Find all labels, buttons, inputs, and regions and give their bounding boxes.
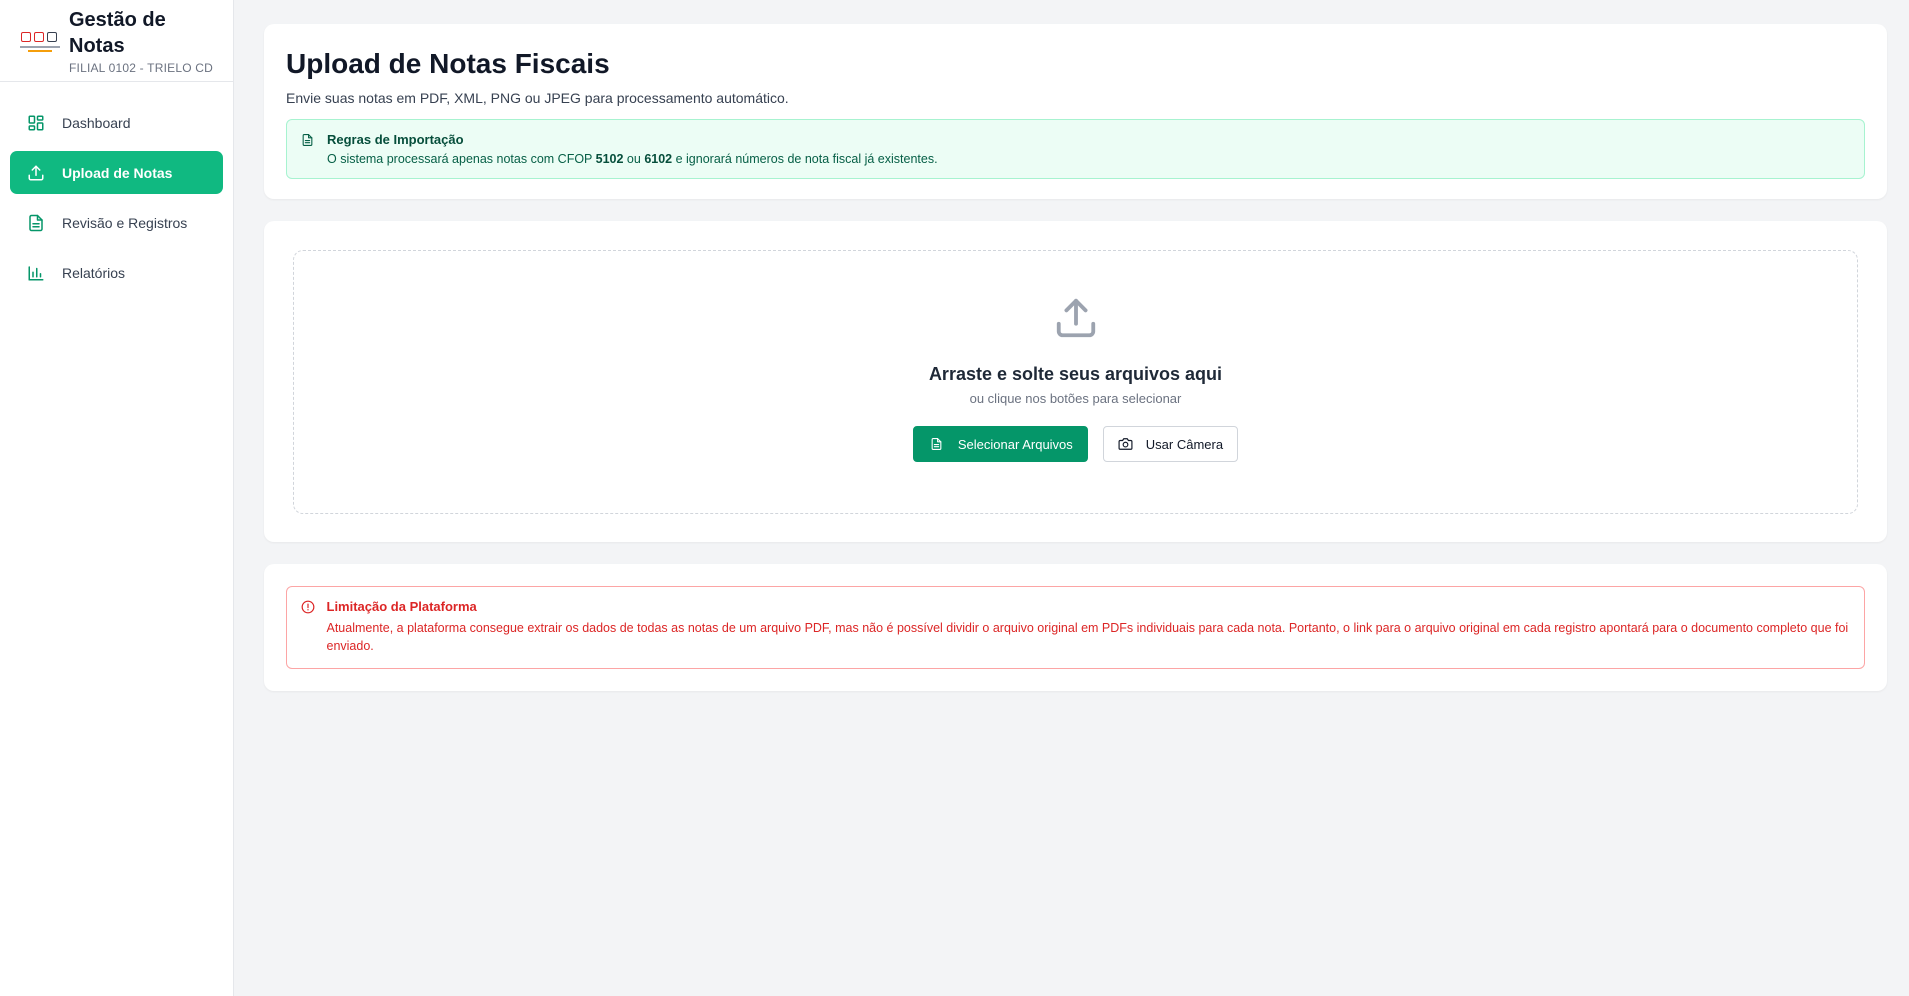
document-icon [930, 437, 946, 451]
company-logo [20, 29, 60, 53]
main-content: Upload de Notas Fiscais Envie suas notas… [234, 0, 1909, 996]
bar-chart-icon [26, 263, 46, 283]
dropzone-title: Arraste e solte seus arquivos aqui [928, 364, 1223, 384]
use-camera-button[interactable]: Usar Câmera [1102, 426, 1239, 462]
limitation-card: Limitação da Plataforma Atualmente, a pl… [264, 564, 1887, 691]
use-camera-label: Usar Câmera [1145, 436, 1224, 452]
sidebar-item-dashboard[interactable]: Dashboard [10, 101, 223, 144]
import-rules-box: Regras de Importação O sistema processar… [286, 119, 1865, 179]
sidebar-item-label: Revisão e Registros [62, 214, 188, 231]
sidebar-item-upload[interactable]: Upload de Notas [10, 151, 223, 194]
select-files-label: Selecionar Arquivos [957, 436, 1073, 452]
sidebar-item-label: Relatórios [62, 264, 126, 281]
dropzone-subtitle: ou clique nos botões para selecionar [969, 391, 1182, 406]
file-dropzone[interactable]: Arraste e solte seus arquivos aqui ou cl… [293, 250, 1858, 514]
branch-subtitle: FILIAL 0102 - TRIELO CD [69, 60, 213, 75]
cfop-code: 6102 [644, 152, 673, 166]
brand-header: Gestão de Notas FILIAL 0102 - TRIELO CD [0, 0, 233, 82]
app-title: Gestão de Notas [69, 8, 166, 57]
select-files-button[interactable]: Selecionar Arquivos [912, 426, 1088, 462]
upload-card: Arraste e solte seus arquivos aqui ou cl… [264, 221, 1887, 542]
sidebar-item-label: Upload de Notas [62, 164, 173, 181]
limitation-text: Atualmente, a plataforma consegue extrai… [326, 621, 1849, 653]
cfop-code: 5102 [595, 152, 624, 166]
page-header-card: Upload de Notas Fiscais Envie suas notas… [264, 24, 1887, 199]
camera-icon [1118, 437, 1134, 451]
import-rules-text: O sistema processará apenas notas com CF… [327, 152, 938, 166]
sidebar-item-label: Dashboard [62, 114, 131, 131]
upload-icon [1053, 295, 1099, 346]
sidebar-item-reports[interactable]: Relatórios [10, 251, 223, 294]
import-rules-title: Regras de Importação [327, 132, 464, 147]
page-title: Upload de Notas Fiscais [286, 48, 610, 79]
dashboard-icon [26, 113, 46, 133]
sidebar: Gestão de Notas FILIAL 0102 - TRIELO CD … [0, 0, 234, 996]
alert-circle-icon [301, 599, 317, 655]
page-subtitle: Envie suas notas em PDF, XML, PNG ou JPE… [286, 90, 789, 106]
document-icon [26, 213, 46, 233]
sidebar-nav: Dashboard Upload de Notas Revisão e Regi… [0, 82, 233, 320]
limitation-box: Limitação da Plataforma Atualmente, a pl… [286, 586, 1865, 669]
sidebar-item-review[interactable]: Revisão e Registros [10, 201, 223, 244]
upload-icon [26, 163, 46, 183]
document-icon [301, 132, 317, 166]
limitation-title: Limitação da Plataforma [326, 599, 477, 614]
